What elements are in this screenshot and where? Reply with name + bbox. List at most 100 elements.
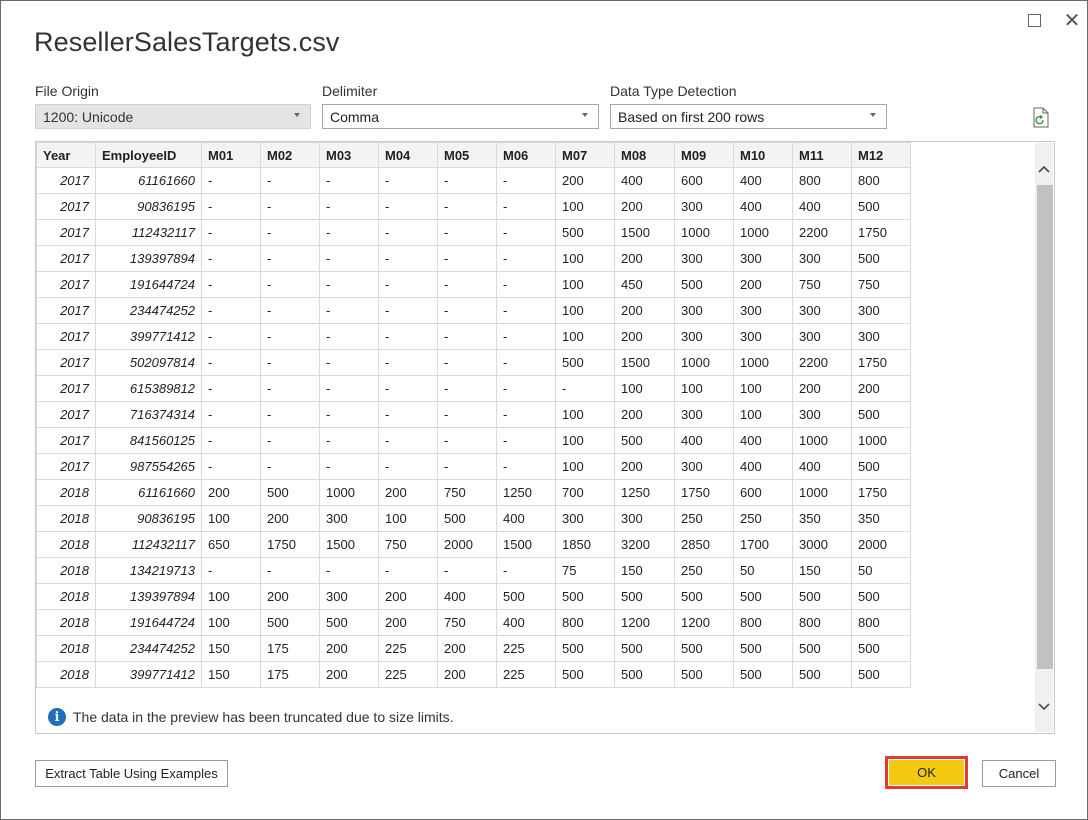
table-cell: 134219713 <box>95 557 202 584</box>
table-cell: 500 <box>851 661 911 688</box>
table-cell: 2018 <box>36 661 96 688</box>
table-cell: - <box>319 375 379 402</box>
table-cell: - <box>201 193 261 220</box>
table-cell: - <box>496 167 556 194</box>
table-cell: 2018 <box>36 505 96 532</box>
table-cell: 112432117 <box>95 531 202 558</box>
column-header[interactable]: M08 <box>614 142 675 168</box>
table-cell: 2017 <box>36 219 96 246</box>
close-icon[interactable]: ✕ <box>1058 7 1086 33</box>
table-cell: 800 <box>851 609 911 636</box>
table-cell: 400 <box>733 427 793 454</box>
table-cell: 3200 <box>614 531 675 558</box>
table-cell: 450 <box>614 271 675 298</box>
table-cell: 500 <box>555 661 615 688</box>
table-cell: 300 <box>792 323 852 350</box>
table-cell: 1750 <box>851 349 911 376</box>
vertical-scrollbar[interactable] <box>1035 143 1053 732</box>
table-cell: - <box>378 453 438 480</box>
table-cell: - <box>496 375 556 402</box>
column-header[interactable]: M11 <box>792 142 852 168</box>
maximize-icon[interactable] <box>1020 7 1048 33</box>
table-cell: 100 <box>555 453 615 480</box>
chevron-up-icon[interactable] <box>1035 159 1053 179</box>
column-header[interactable]: M06 <box>496 142 556 168</box>
table-cell: 61161660 <box>95 167 202 194</box>
table-cell: - <box>378 193 438 220</box>
table-cell: 150 <box>201 661 261 688</box>
column-header[interactable]: M05 <box>437 142 497 168</box>
file-origin-value: 1200: Unicode <box>43 108 134 125</box>
table-cell: - <box>201 219 261 246</box>
table-cell: 2200 <box>792 219 852 246</box>
table-cell: - <box>378 167 438 194</box>
chevron-down-icon[interactable] <box>1035 697 1053 717</box>
cancel-button[interactable]: Cancel <box>982 760 1056 787</box>
table-cell: 1250 <box>496 479 556 506</box>
table-cell: 500 <box>555 635 615 662</box>
table-cell: 175 <box>260 635 320 662</box>
table-cell: 100 <box>733 401 793 428</box>
column-header[interactable]: Year <box>36 142 96 168</box>
table-cell: 1000 <box>792 427 852 454</box>
column-header[interactable]: EmployeeID <box>95 142 202 168</box>
table-cell: 800 <box>851 167 911 194</box>
table-cell: 50 <box>851 557 911 584</box>
data-type-detection-select[interactable]: Based on first 200 rows <box>610 104 887 129</box>
table-cell: - <box>201 427 261 454</box>
table-cell: - <box>201 271 261 298</box>
table-cell: 100 <box>555 401 615 428</box>
table-cell: 500 <box>733 661 793 688</box>
table-cell: 150 <box>792 557 852 584</box>
column-header[interactable]: M04 <box>378 142 438 168</box>
table-cell: 400 <box>437 583 497 610</box>
table-cell: 200 <box>614 193 675 220</box>
ok-button[interactable]: OK <box>889 760 964 785</box>
table-cell: - <box>378 245 438 272</box>
column-header[interactable]: M07 <box>555 142 615 168</box>
table-cell: 1000 <box>733 219 793 246</box>
table-cell: 1000 <box>319 479 379 506</box>
column-header[interactable]: M02 <box>260 142 320 168</box>
table-cell: 200 <box>733 271 793 298</box>
table-cell: - <box>437 375 497 402</box>
table-cell: - <box>437 453 497 480</box>
table-cell: - <box>378 401 438 428</box>
column-header[interactable]: M10 <box>733 142 793 168</box>
table-cell: 200 <box>614 453 675 480</box>
table-cell: 500 <box>851 583 911 610</box>
refresh-document-icon[interactable] <box>1032 107 1050 129</box>
table-cell: 1850 <box>555 531 615 558</box>
table-cell: 100 <box>555 245 615 272</box>
table-cell: - <box>201 167 261 194</box>
table-cell: - <box>496 245 556 272</box>
delimiter-select[interactable]: Comma <box>322 104 599 129</box>
table-cell: 400 <box>792 193 852 220</box>
table-cell: 716374314 <box>95 401 202 428</box>
column-header[interactable]: M01 <box>201 142 261 168</box>
info-icon: i <box>48 708 66 726</box>
column-header[interactable]: M03 <box>319 142 379 168</box>
table-cell: - <box>319 453 379 480</box>
import-dialog: ✕ ResellerSalesTargets.csv File Origin 1… <box>0 0 1088 820</box>
extract-table-button[interactable]: Extract Table Using Examples <box>35 760 228 787</box>
column-header[interactable]: M09 <box>674 142 734 168</box>
table-cell: - <box>378 323 438 350</box>
table-cell: - <box>378 349 438 376</box>
table-cell: 200 <box>319 661 379 688</box>
table-cell: 500 <box>555 583 615 610</box>
table-cell: 225 <box>378 661 438 688</box>
table-cell: 225 <box>496 661 556 688</box>
file-origin-select[interactable]: 1200: Unicode <box>35 104 311 129</box>
column-header[interactable]: M12 <box>851 142 911 168</box>
table-cell: 300 <box>555 505 615 532</box>
scrollbar-thumb[interactable] <box>1037 185 1053 669</box>
table-cell: - <box>260 557 320 584</box>
table-cell: 500 <box>674 661 734 688</box>
table-cell: 200 <box>260 505 320 532</box>
ok-button-highlight: OK <box>885 756 968 789</box>
table-cell: 500 <box>614 427 675 454</box>
table-cell: 1000 <box>674 349 734 376</box>
table-cell: 500 <box>851 193 911 220</box>
table-cell: 2017 <box>36 375 96 402</box>
